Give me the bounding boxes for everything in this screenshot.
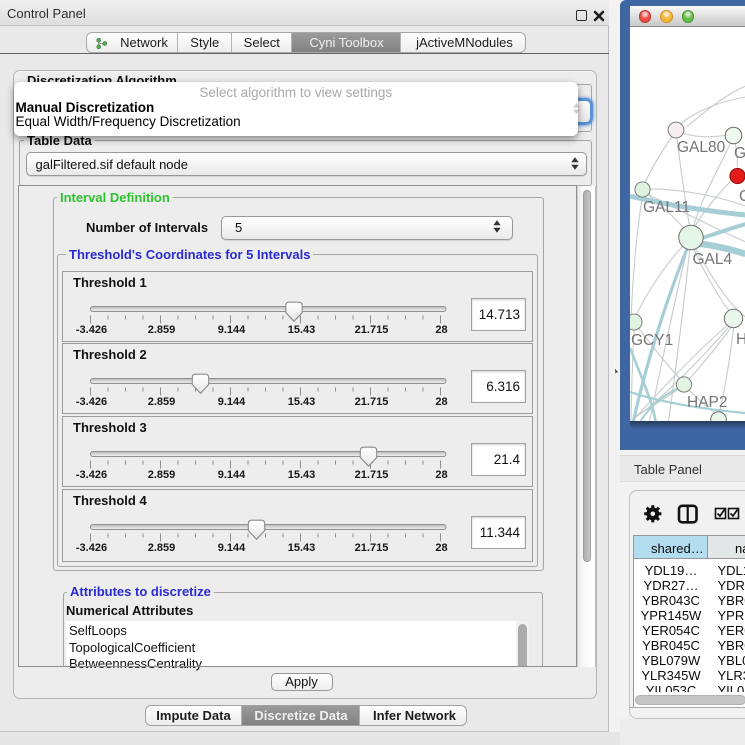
svg-text:GCY1: GCY1 xyxy=(631,332,673,349)
svg-text:H: H xyxy=(736,331,745,348)
svg-text:C: C xyxy=(739,188,745,205)
svg-text:GAL11: GAL11 xyxy=(643,199,690,216)
svg-text:HAP2: HAP2 xyxy=(687,394,728,411)
svg-text:GA: GA xyxy=(734,145,745,162)
svg-text:GAL4: GAL4 xyxy=(692,251,732,268)
svg-text:GAL80: GAL80 xyxy=(677,139,726,156)
